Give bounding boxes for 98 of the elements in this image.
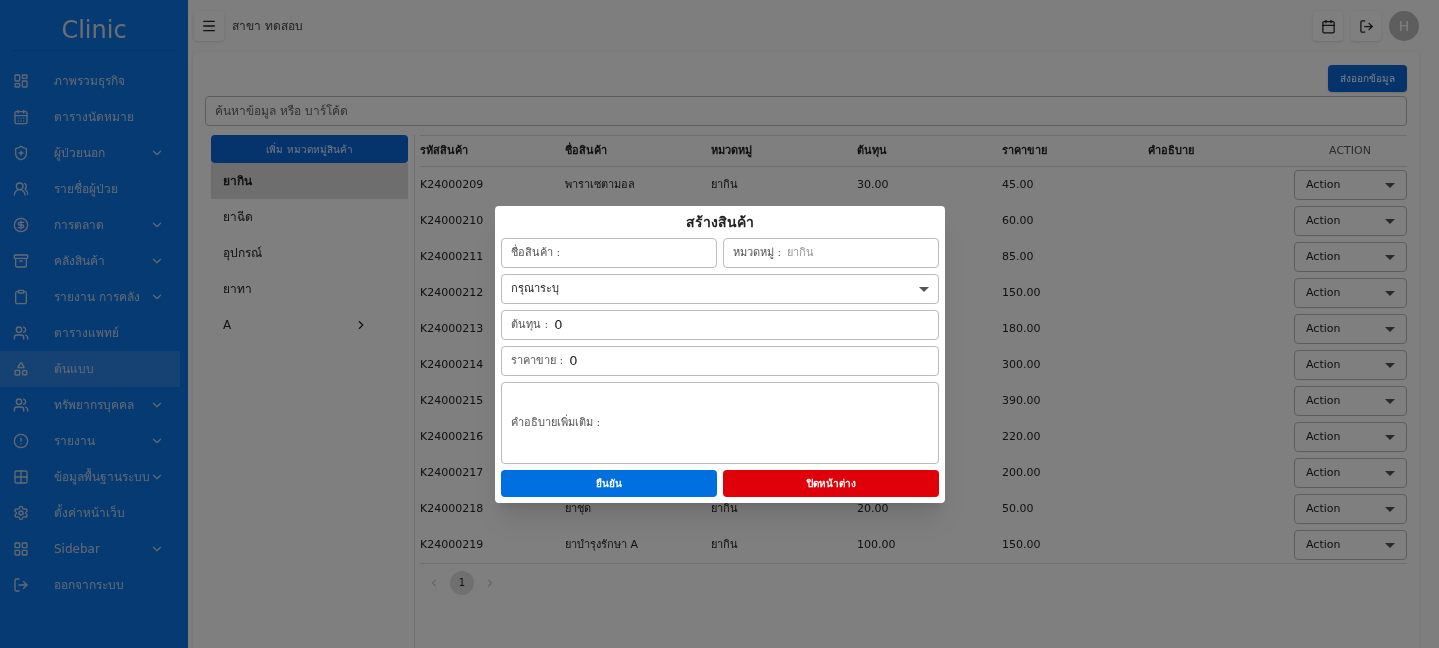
table-cell: 100.00 — [857, 537, 896, 551]
table-cell: K24000212 — [420, 285, 484, 299]
calendar-icon — [13, 109, 29, 125]
menu-button[interactable] — [194, 11, 224, 41]
confirm-button[interactable]: ยืนยัน — [501, 470, 717, 497]
name-field[interactable]: ชื่อสินค้า : — [501, 238, 717, 268]
caret-icon — [1385, 254, 1395, 260]
caret-icon — [1385, 506, 1395, 512]
column-header: รหัสสินค้า — [420, 142, 469, 159]
table-cell: 45.00 — [1002, 177, 1034, 191]
add-category-button[interactable]: เพิ่ม หมวดหมู่สินค้า — [211, 135, 408, 163]
type-select[interactable]: กรุณาระบุ — [501, 274, 939, 304]
table-cell: ยากิน — [711, 177, 738, 191]
table-cell: 300.00 — [1002, 357, 1041, 371]
caret-icon — [1385, 218, 1395, 224]
table-cell: ยาบำรุงรักษา A — [565, 537, 639, 551]
table-cell: K24000213 — [420, 321, 484, 335]
logo: Clinic — [61, 15, 127, 46]
table-cell: ยากิน — [711, 501, 738, 515]
archive-icon — [13, 253, 29, 269]
table-cell: 20.00 — [857, 501, 889, 515]
caret-icon — [1385, 434, 1395, 440]
action-dropdown[interactable]: Action — [1294, 170, 1407, 200]
column-header: ชื่อสินค้า — [565, 142, 608, 159]
table-cell: K24000217 — [420, 465, 484, 479]
caret-icon — [1385, 470, 1395, 476]
table-cell: K24000214 — [420, 357, 484, 371]
logout-icon — [1358, 18, 1374, 34]
action-dropdown[interactable]: Action — [1294, 530, 1407, 560]
caret-icon — [1385, 398, 1395, 404]
calendar-button[interactable] — [1313, 11, 1343, 41]
table-cell: K24000210 — [420, 213, 484, 227]
action-dropdown[interactable]: Action — [1294, 350, 1407, 380]
caret-icon — [1385, 290, 1395, 296]
caret-icon — [1385, 542, 1395, 548]
table-cell: พาราเซตามอล — [565, 177, 635, 191]
table-cell: K24000216 — [420, 429, 484, 443]
team-icon — [13, 325, 29, 341]
category-field[interactable]: หมวดหมู่ : ยากิน — [723, 238, 939, 268]
logout-icon — [13, 577, 29, 593]
caret-icon — [919, 286, 929, 292]
caret-icon — [1385, 326, 1395, 332]
action-dropdown[interactable]: Action — [1294, 314, 1407, 344]
logout-button[interactable] — [1351, 11, 1381, 41]
menu-icon — [201, 18, 217, 34]
shapes-icon — [13, 361, 29, 377]
caret-icon — [1385, 362, 1395, 368]
action-dropdown[interactable]: Action — [1294, 458, 1407, 488]
close-button[interactable]: ปิดหน้าต่าง — [723, 470, 939, 497]
dashboard-icon — [13, 73, 29, 89]
table-cell: 180.00 — [1002, 321, 1041, 335]
action-dropdown[interactable]: Action — [1294, 494, 1407, 524]
table-cell: ยากิน — [711, 537, 738, 551]
search-field[interactable]: ค้นหาข้อมูล หรือ บาร์โค้ด — [205, 96, 1407, 126]
action-dropdown[interactable]: Action — [1294, 242, 1407, 272]
table-cell: 150.00 — [1002, 537, 1041, 551]
alert-icon — [13, 433, 29, 449]
table-cell: K24000211 — [420, 249, 484, 263]
table-cell: K24000218 — [420, 501, 484, 515]
column-header: ราคาขาย — [1002, 142, 1048, 159]
table-cell: 30.00 — [857, 177, 889, 191]
table-cell: 50.00 — [1002, 501, 1034, 515]
cost-field[interactable]: ต้นทุน : 0 — [501, 310, 939, 340]
calendar-icon — [1320, 18, 1336, 34]
table-cell: K24000215 — [420, 393, 484, 407]
action-dropdown[interactable]: Action — [1294, 386, 1407, 416]
people-icon — [13, 397, 29, 413]
branch-name: สาขา ทดสอบ — [232, 18, 304, 35]
action-dropdown[interactable]: Action — [1294, 206, 1407, 236]
table-cell: 60.00 — [1002, 213, 1034, 227]
table-cell: ยาชุด — [565, 501, 591, 515]
table-cell: K24000209 — [420, 177, 484, 191]
table-cell: 85.00 — [1002, 249, 1034, 263]
table-cell: 390.00 — [1002, 393, 1041, 407]
category-item[interactable]: ยากิน — [211, 163, 408, 199]
table-cell: 150.00 — [1002, 285, 1041, 299]
grid-icon — [13, 469, 29, 485]
column-header: ACTION — [1328, 142, 1372, 159]
clipboard-icon — [13, 289, 29, 305]
shield-icon — [13, 145, 29, 161]
table-cell: K24000219 — [420, 537, 484, 551]
price-field[interactable]: ราคาขาย : 0 — [501, 346, 939, 376]
widgets-icon — [13, 541, 29, 557]
table-cell: 220.00 — [1002, 429, 1041, 443]
column-header: คำอธิบาย — [1148, 142, 1195, 159]
settings-icon — [13, 505, 29, 521]
dialog-title: สร้างสินค้า — [685, 213, 755, 232]
column-header: ต้นทุน — [857, 142, 888, 159]
action-dropdown[interactable]: Action — [1294, 278, 1407, 308]
export-button[interactable]: ส่งออกข้อมูล — [1328, 65, 1407, 92]
action-dropdown[interactable]: Action — [1294, 422, 1407, 452]
people-icon — [13, 181, 29, 197]
description-field[interactable]: คำอธิบายเพิ่มเติม : — [501, 382, 939, 464]
dollar-icon — [13, 217, 29, 233]
table-cell: 200.00 — [1002, 465, 1041, 479]
page-button[interactable]: 1 — [450, 570, 474, 595]
caret-icon — [1385, 182, 1395, 188]
column-header: หมวดหมู่ — [711, 142, 753, 160]
